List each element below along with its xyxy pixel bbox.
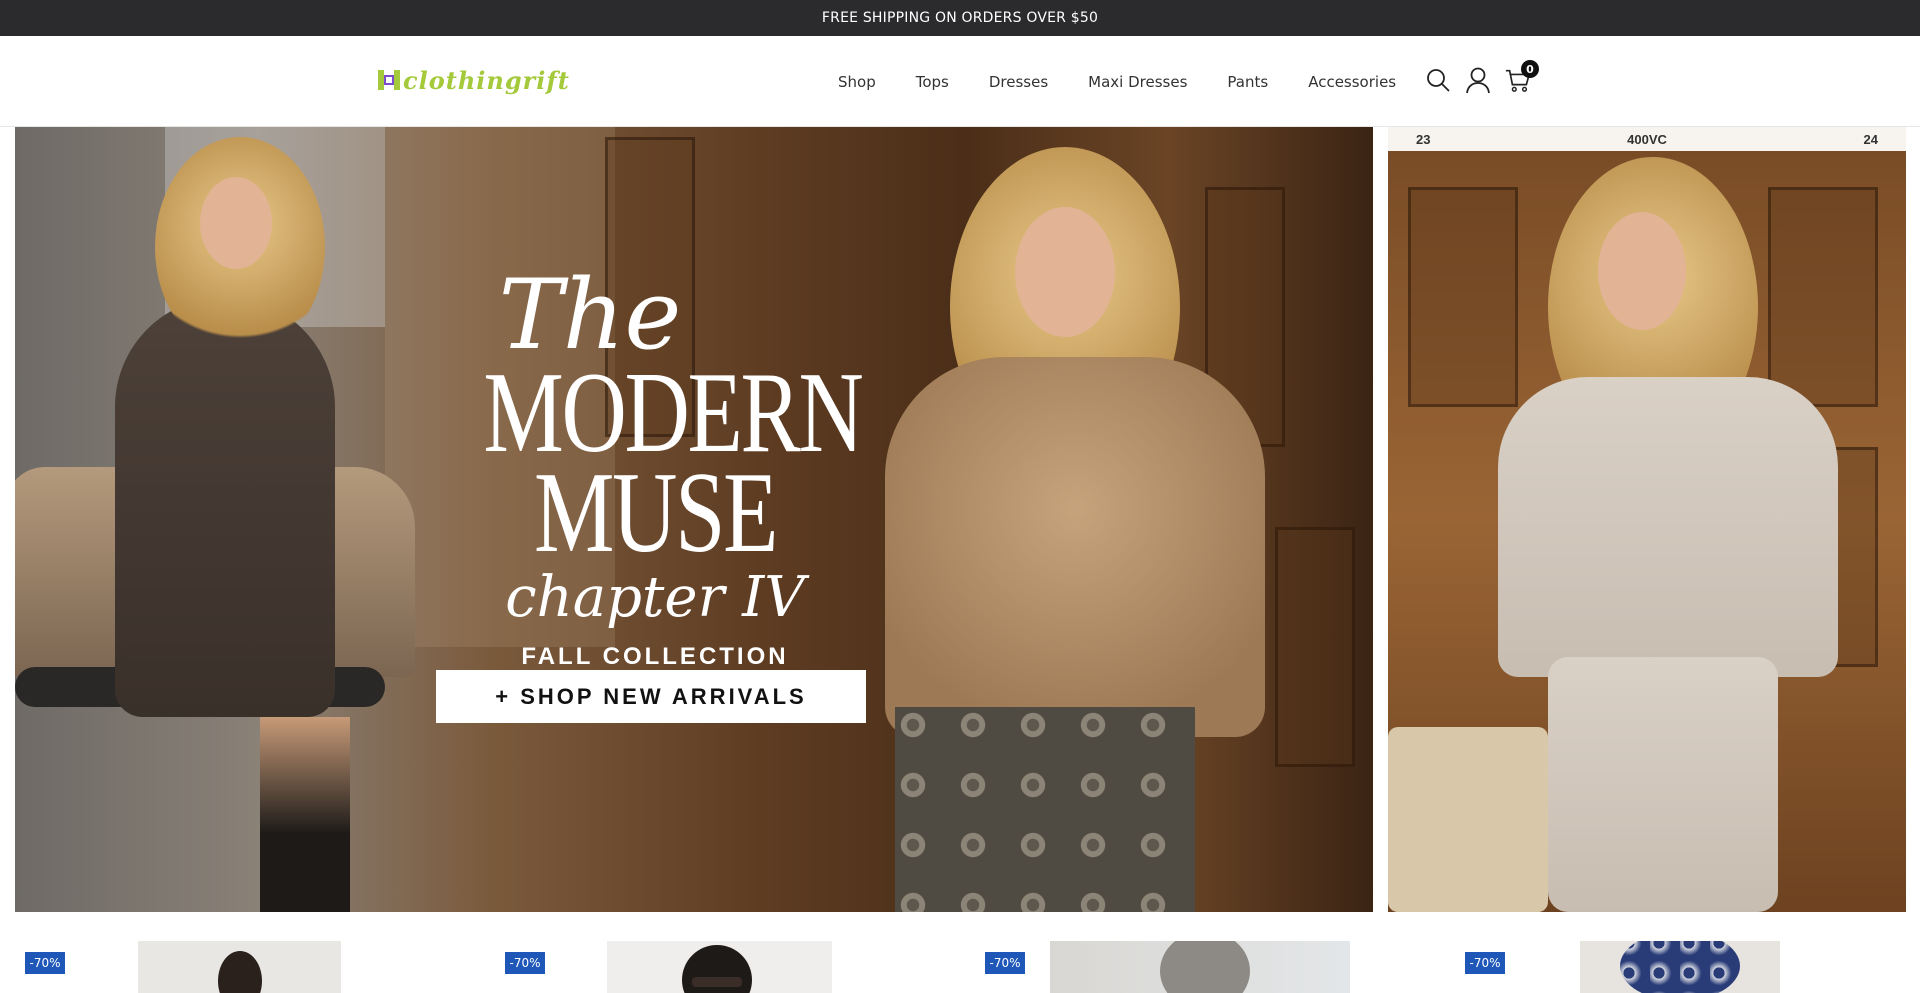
product-model-image: [1160, 941, 1250, 993]
account-button[interactable]: [1465, 66, 1491, 94]
header-icons: 0: [1425, 60, 1539, 94]
side-banner-center-text: 400VC: [1627, 131, 1667, 147]
door-panel-image: [1275, 527, 1355, 767]
product-thumbnail[interactable]: [1580, 941, 1780, 993]
side-banner-right-text: 24: [1863, 131, 1878, 147]
side-banner[interactable]: 23 400VC 24: [1388, 127, 1906, 912]
product-model-image: [1620, 941, 1740, 993]
nav-tops[interactable]: Tops: [916, 73, 949, 91]
nav-maxi-dresses[interactable]: Maxi Dresses: [1088, 73, 1187, 91]
knit-skirt-image: [1548, 657, 1778, 912]
hero-headline: The MODERN MUSE chapter IV FALL COLLECTI…: [435, 267, 875, 671]
model-left-face-image: [200, 177, 272, 269]
side-banner-top-strip: 23 400VC 24: [1388, 127, 1906, 151]
door-panel-image: [1768, 187, 1878, 407]
product-thumbnail[interactable]: [138, 941, 341, 993]
model-left-legs-image: [260, 717, 350, 912]
nav-dresses[interactable]: Dresses: [989, 73, 1048, 91]
nav-accessories[interactable]: Accessories: [1308, 73, 1396, 91]
hero-subtitle: FALL COLLECTION: [521, 643, 789, 670]
announcement-text: FREE SHIPPING ON ORDERS OVER $50: [821, 10, 1099, 26]
search-button[interactable]: [1425, 66, 1451, 94]
fur-coat-image: [885, 357, 1265, 737]
main-nav: Shop Tops Dresses Maxi Dresses Pants Acc…: [838, 36, 1396, 127]
model-side-face-image: [1598, 212, 1686, 330]
side-banner-left-text: 23: [1416, 131, 1431, 147]
sweater-image: [1498, 377, 1838, 677]
bed-image: [1388, 727, 1548, 912]
model-right-face-image: [1015, 207, 1115, 337]
shop-new-arrivals-button[interactable]: + SHOP NEW ARRIVALS: [436, 670, 866, 723]
sunglasses-image: [692, 977, 742, 987]
product-strip: -70% -70% -70% -70%: [0, 940, 1920, 993]
product-thumbnail[interactable]: [1050, 941, 1350, 993]
user-icon: [1466, 67, 1490, 94]
product-thumbnail[interactable]: [607, 941, 832, 993]
discount-badge: -70%: [1465, 952, 1505, 974]
site-header: clothingrift Shop Tops Dresses Maxi Dres…: [0, 36, 1920, 127]
cart-button[interactable]: 0: [1505, 60, 1539, 94]
hero-line-muse: MUSE: [533, 449, 778, 577]
discount-badge: -70%: [25, 952, 65, 974]
logo-mark-icon: [378, 70, 400, 90]
logo-wordmark: clothingrift: [403, 65, 570, 95]
nav-pants[interactable]: Pants: [1227, 73, 1268, 91]
discount-badge: -70%: [505, 952, 545, 974]
leopard-jeans-image: [895, 707, 1195, 912]
hero-banner[interactable]: The MODERN MUSE chapter IV FALL COLLECTI…: [15, 127, 1373, 912]
model-left-image: [115, 297, 335, 717]
site-logo[interactable]: clothingrift: [377, 64, 570, 96]
product-model-image: [218, 951, 262, 993]
cart-count-badge: 0: [1521, 60, 1539, 78]
hero-line-modern: MODERN: [483, 349, 863, 477]
door-panel-image: [1408, 187, 1518, 407]
search-icon: [1427, 69, 1450, 92]
announcement-bar: FREE SHIPPING ON ORDERS OVER $50: [0, 0, 1920, 36]
discount-badge: -70%: [985, 952, 1025, 974]
nav-shop[interactable]: Shop: [838, 73, 876, 91]
